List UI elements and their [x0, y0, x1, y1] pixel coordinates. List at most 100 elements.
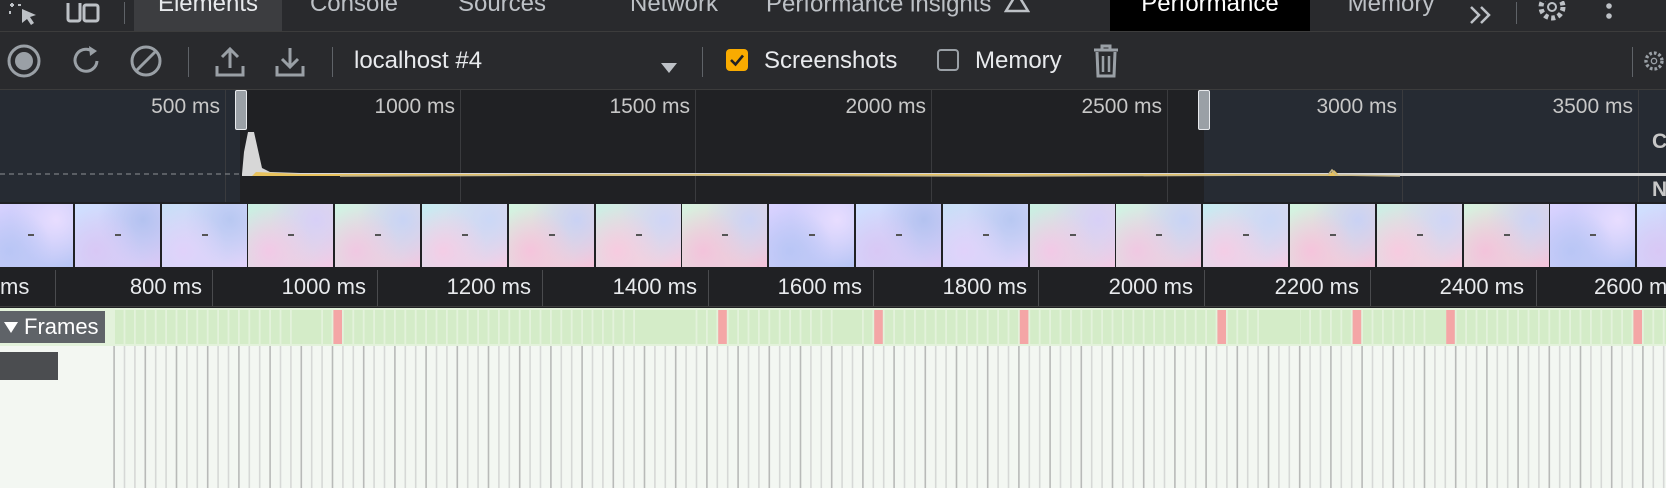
screenshot-thumbnail[interactable] — [856, 204, 941, 267]
frame[interactable] — [437, 310, 446, 344]
frame[interactable] — [385, 310, 394, 344]
screenshots-checkbox[interactable] — [726, 49, 748, 71]
frame[interactable] — [1498, 310, 1507, 344]
frame[interactable] — [863, 310, 873, 344]
frame[interactable] — [250, 310, 259, 344]
frame[interactable] — [468, 310, 478, 344]
frame[interactable] — [811, 310, 821, 344]
screenshot-thumbnail[interactable] — [508, 204, 594, 267]
frame[interactable] — [1071, 310, 1081, 344]
screenshot-thumbnail[interactable] — [769, 204, 855, 267]
frame[interactable] — [458, 310, 467, 344]
frame[interactable] — [1092, 310, 1102, 344]
frame[interactable] — [343, 310, 353, 344]
tab-elements[interactable]: Elements — [134, 0, 282, 31]
frame[interactable] — [427, 310, 436, 344]
frame[interactable] — [1113, 310, 1122, 344]
dropped-frame[interactable] — [1633, 310, 1642, 344]
settings-icon[interactable] — [1530, 0, 1574, 31]
frame[interactable] — [219, 310, 228, 344]
long-frame[interactable] — [836, 310, 858, 344]
target-select[interactable]: localhost #4 — [354, 42, 686, 80]
frame[interactable] — [510, 310, 519, 344]
frame[interactable] — [1591, 310, 1601, 344]
frame[interactable] — [978, 310, 987, 344]
frame[interactable] — [1560, 310, 1570, 344]
frame[interactable] — [208, 310, 218, 344]
screenshot-thumbnail[interactable] — [422, 204, 507, 267]
frame[interactable] — [759, 310, 769, 344]
frame[interactable] — [707, 310, 717, 344]
screenshot-thumbnail[interactable] — [1463, 204, 1549, 267]
frame[interactable] — [1175, 310, 1185, 344]
frame[interactable] — [489, 310, 498, 344]
frame[interactable] — [364, 310, 374, 344]
dropped-frame[interactable] — [874, 310, 883, 344]
long-frame[interactable] — [1262, 310, 1300, 344]
frame[interactable] — [1612, 310, 1622, 344]
frame[interactable] — [1144, 310, 1154, 344]
frame[interactable] — [354, 310, 363, 344]
frame[interactable] — [281, 310, 290, 344]
screenshot-thumbnail[interactable] — [1203, 204, 1289, 267]
clear-icon[interactable] — [126, 32, 166, 89]
frame[interactable] — [1331, 310, 1341, 344]
frame[interactable] — [1238, 310, 1247, 344]
frame[interactable] — [728, 310, 738, 344]
frame[interactable] — [229, 310, 238, 344]
frame[interactable] — [115, 310, 124, 344]
frame[interactable] — [1061, 310, 1070, 344]
dropped-frame[interactable] — [718, 310, 727, 344]
dropped-frame[interactable] — [1352, 310, 1362, 344]
frame[interactable] — [562, 310, 571, 344]
frame[interactable] — [1227, 310, 1237, 344]
dropped-frame[interactable] — [1446, 310, 1455, 344]
frame[interactable] — [1383, 310, 1393, 344]
frame[interactable] — [531, 310, 540, 344]
screenshot-thumbnail[interactable] — [1376, 204, 1462, 267]
frame[interactable] — [198, 310, 207, 344]
frame[interactable] — [1508, 310, 1518, 344]
screenshot-thumbnail[interactable] — [161, 204, 247, 267]
frame[interactable] — [1248, 310, 1258, 344]
frame[interactable] — [1051, 310, 1060, 344]
frame[interactable] — [479, 310, 488, 344]
timeline-overview[interactable]: 500 ms 1000 ms 1500 ms 2000 ms 2500 ms 3… — [0, 90, 1666, 202]
frame[interactable] — [905, 310, 914, 344]
frame[interactable] — [260, 310, 270, 344]
frame[interactable] — [1550, 310, 1559, 344]
frames-track[interactable]: Frames — [0, 308, 1666, 346]
frame[interactable] — [915, 310, 925, 344]
frame[interactable] — [1186, 310, 1195, 344]
frame[interactable] — [739, 310, 748, 344]
frame[interactable] — [1456, 310, 1466, 344]
frame[interactable] — [822, 310, 831, 344]
frame[interactable] — [1196, 310, 1206, 344]
frame[interactable] — [624, 310, 634, 344]
frame[interactable] — [1082, 310, 1091, 344]
reload-profile-icon[interactable] — [66, 32, 106, 89]
frame[interactable] — [895, 310, 904, 344]
frame[interactable] — [1134, 310, 1143, 344]
screenshot-thumbnail[interactable] — [595, 204, 681, 267]
frame[interactable] — [1394, 310, 1403, 344]
dropped-frame[interactable] — [1019, 310, 1029, 344]
frame[interactable] — [177, 310, 186, 344]
frame[interactable] — [1009, 310, 1018, 344]
long-frame[interactable] — [1430, 310, 1446, 344]
kebab-menu-icon[interactable] — [1594, 0, 1624, 31]
screenshot-thumbnail[interactable] — [942, 204, 1028, 267]
frame[interactable] — [135, 310, 145, 344]
selection-left-handle[interactable] — [235, 90, 247, 130]
frame[interactable] — [603, 310, 613, 344]
screenshot-thumbnail[interactable] — [1550, 204, 1636, 267]
frame[interactable] — [499, 310, 509, 344]
frame[interactable] — [156, 310, 166, 344]
frame[interactable] — [541, 310, 550, 344]
frame[interactable] — [770, 310, 779, 344]
frame[interactable] — [125, 310, 134, 344]
tab-memory[interactable]: Memory — [1326, 0, 1456, 31]
frame[interactable] — [1602, 310, 1611, 344]
frame[interactable] — [1467, 310, 1476, 344]
frame[interactable] — [271, 310, 280, 344]
